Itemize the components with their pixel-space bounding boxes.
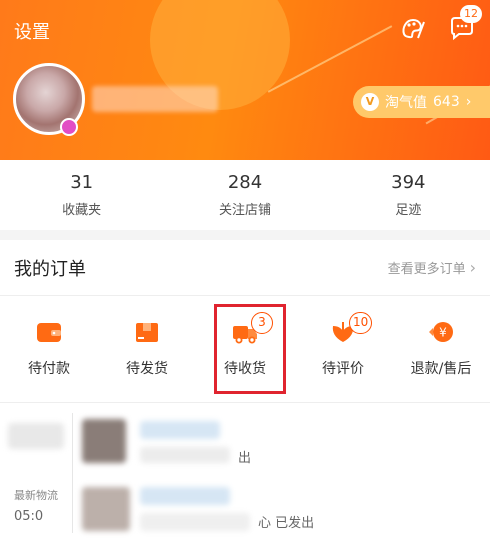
order-label: 退款/售后 [410,361,472,377]
stat-label: 足迹 [395,203,422,218]
order-pending-review[interactable]: 待评价 10 [294,296,392,400]
orders-header: 我的订单 查看更多订单 › [0,240,490,296]
order-count-badge: 10 [349,312,373,334]
view-all-orders-link[interactable]: 查看更多订单 › [388,258,476,277]
message-count-badge: 12 [460,5,482,23]
order-label: 待付款 [28,361,70,377]
stat-value: 284 [227,172,263,193]
view-all-label: 查看更多订单 [387,262,466,277]
logistics-item[interactable]: 出 [0,409,490,467]
taoqi-score: 643 [433,94,460,110]
order-refund-aftersales[interactable]: ¥ 退款/售后 [392,296,490,400]
order-pending-shipment[interactable]: 待发货 [98,296,196,400]
product-thumbnail-blurred [82,419,126,463]
logistics-status: 心 已发出 [258,516,315,531]
order-pending-payment[interactable]: 待付款 [0,296,98,400]
blurred-content [140,487,230,505]
taoqi-label: 淘气值 [385,95,427,111]
chevron-right-icon: › [465,94,472,110]
profile-header: 设置 12 V 淘气值 643 › [0,0,490,160]
gender-badge-icon [60,118,78,136]
blurred-content [140,421,220,439]
stat-value: 31 [70,172,94,193]
logistics-label: 最新物流 [14,489,58,502]
logistics-panel[interactable]: 出 最新物流 05:0 心 已发出 [0,402,490,540]
wallet-icon [37,323,61,342]
package-icon [136,323,158,342]
chevron-right-icon: › [469,258,476,277]
order-label: 待发货 [126,361,168,377]
stat-label: 关注店铺 [218,203,271,218]
username-blurred [92,86,218,112]
blurred-content [140,447,230,463]
logistics-status: 出 [238,451,252,466]
stat-label: 收藏夹 [62,203,102,218]
logistics-item[interactable]: 最新物流 05:0 心 已发出 [0,481,490,539]
product-thumbnail-blurred [82,487,130,531]
logistics-time: 05:0 [14,509,44,524]
stat-favorites[interactable]: 31 收藏夹 [0,160,163,230]
refund-icon: ¥ [429,322,453,342]
stat-followed-shops[interactable]: 284 关注店铺 [163,160,326,230]
order-label: 待评价 [322,361,364,377]
svg-text:¥: ¥ [439,326,447,340]
stats-bar: 31 收藏夹 284 关注店铺 394 足迹 [0,160,490,230]
stat-footprints[interactable]: 394 足迹 [327,160,490,230]
blurred-content [140,513,250,531]
stat-value: 394 [391,172,426,193]
v-badge-icon: V [361,93,379,111]
highlight-box [214,304,286,394]
orders-title: 我的订单 [14,258,86,280]
blurred-content [8,423,64,449]
settings-button[interactable]: 设置 [14,18,50,44]
taoqi-value-button[interactable]: V 淘气值 643 › [353,86,490,118]
palette-icon[interactable] [396,12,428,44]
